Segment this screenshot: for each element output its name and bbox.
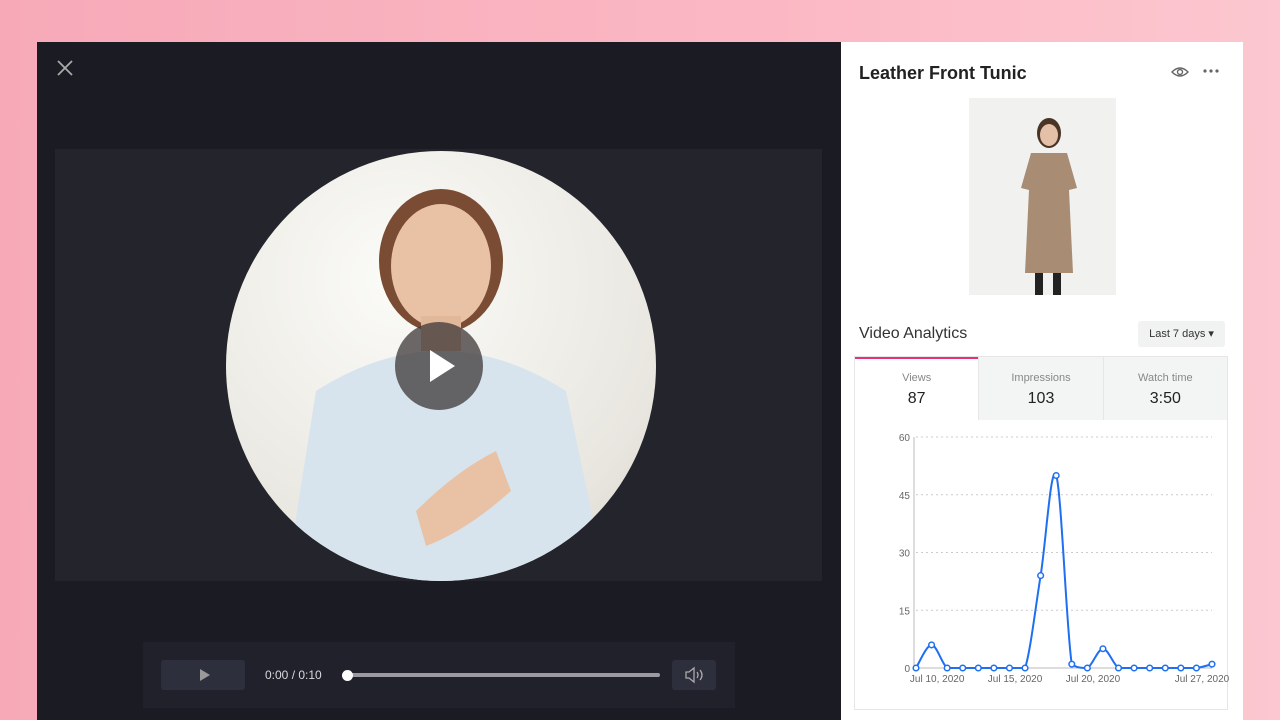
x-tick-label: Jul 15, 2020 bbox=[988, 674, 1043, 685]
tab-impressions[interactable]: Impressions 103 bbox=[978, 357, 1103, 420]
product-title: Leather Front Tunic bbox=[859, 63, 1027, 83]
series-line bbox=[915, 472, 1213, 670]
data-point bbox=[1099, 645, 1107, 653]
tab-views[interactable]: Views 87 bbox=[855, 357, 979, 420]
x-tick-label: Jul 27, 2020 bbox=[1175, 674, 1230, 685]
product-image bbox=[969, 98, 1116, 295]
data-point bbox=[928, 641, 936, 649]
data-point bbox=[990, 664, 998, 672]
data-point bbox=[1005, 664, 1014, 672]
x-tick-label: Jul 10, 2020 bbox=[910, 674, 965, 685]
play-icon bbox=[200, 669, 210, 681]
data-point bbox=[974, 664, 982, 672]
tab-label: Views bbox=[902, 372, 932, 384]
play-button-large[interactable] bbox=[395, 322, 483, 410]
time-display: 0:00 / 0:10 bbox=[265, 668, 322, 682]
y-tick-label: 60 bbox=[899, 433, 911, 444]
x-tick-label: Jul 20, 2020 bbox=[1066, 674, 1121, 685]
data-point bbox=[943, 664, 951, 672]
metric-tabs: Views 87 Impressions 103 Watch time 3:50 bbox=[854, 356, 1228, 420]
data-point bbox=[959, 664, 967, 672]
analytics-title: Video Analytics bbox=[859, 325, 968, 342]
volume-icon bbox=[685, 666, 703, 684]
data-point bbox=[1068, 660, 1076, 668]
tab-label: Impressions bbox=[1011, 372, 1071, 384]
tab-value: 103 bbox=[1027, 390, 1055, 407]
date-range-dropdown[interactable]: Last 7 days ▾ bbox=[1138, 321, 1225, 347]
y-tick-label: 30 bbox=[899, 549, 911, 560]
data-point bbox=[1192, 664, 1200, 672]
data-point bbox=[1130, 664, 1138, 672]
data-point bbox=[1161, 664, 1169, 672]
close-icon[interactable] bbox=[55, 58, 75, 78]
y-tick-label: 45 bbox=[899, 491, 911, 502]
data-point bbox=[912, 664, 920, 672]
tab-value: 3:50 bbox=[1149, 390, 1181, 407]
seek-bar[interactable] bbox=[347, 673, 660, 677]
volume-button[interactable] bbox=[672, 660, 716, 690]
y-tick-label: 15 bbox=[899, 606, 911, 617]
data-point bbox=[1146, 664, 1154, 672]
data-point bbox=[1114, 664, 1123, 672]
play-icon bbox=[430, 350, 455, 382]
video-player: 0:00 / 0:10 bbox=[37, 42, 841, 720]
data-point bbox=[1177, 664, 1185, 672]
play-button[interactable] bbox=[161, 660, 245, 690]
seek-handle[interactable] bbox=[342, 670, 353, 681]
tab-label: Watch time bbox=[1138, 372, 1193, 384]
tab-watch-time[interactable]: Watch time 3:50 bbox=[1102, 357, 1227, 420]
data-point bbox=[1037, 572, 1045, 580]
views-chart: 015304560Jul 10, 2020 Jul 15, 2020 Jul 20,… bbox=[899, 433, 1230, 685]
more-icon[interactable] bbox=[1203, 68, 1219, 74]
data-point bbox=[1021, 664, 1029, 672]
data-point bbox=[1208, 660, 1216, 668]
player-controls: 0:00 / 0:10 bbox=[143, 642, 735, 708]
data-point bbox=[1052, 471, 1060, 480]
tab-value: 87 bbox=[907, 390, 926, 407]
data-point bbox=[1083, 664, 1091, 672]
eye-icon[interactable] bbox=[1171, 65, 1189, 79]
